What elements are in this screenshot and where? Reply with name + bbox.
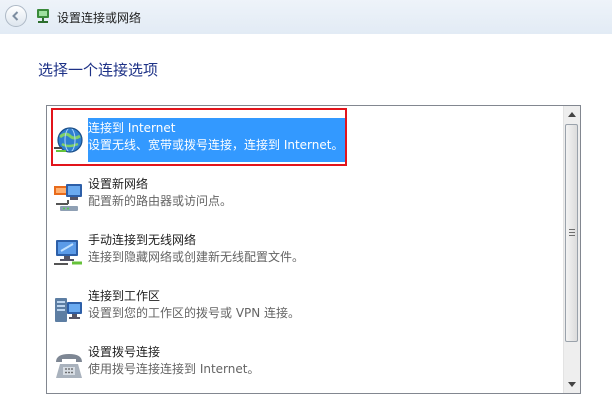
arrow-down-icon [568,382,576,387]
arrow-up-icon [568,112,576,117]
option-text: 设置新网络 配置新的路由器或访问点。 [88,174,236,218]
telephone-icon [56,354,82,378]
option-title: 设置新网络 [88,177,149,191]
option-title: 手动连接到无线网络 [88,233,197,247]
option-title: 连接到 Internet [88,121,176,135]
option-description: 使用拨号连接连接到 Internet。 [88,362,260,376]
scrollbar-thumb[interactable] [565,124,578,342]
option-title: 连接到工作区 [88,289,161,303]
option-manual-wireless[interactable]: 手动连接到无线网络 连接到隐藏网络或创建新无线配置文件。 [49,230,563,282]
window-title: 设置连接或网络 [57,11,142,25]
connection-options-list[interactable]: 连接到 Internet 设置无线、宽带或拨号连接，连接到 Internet。 … [46,105,581,394]
option-text: 连接到 Internet 设置无线、宽带或拨号连接，连接到 Internet。 [88,118,348,162]
option-description: 连接到隐藏网络或创建新无线配置文件。 [88,250,305,264]
scroll-up-button[interactable] [564,106,580,123]
page-heading: 选择一个连接选项 [38,61,159,79]
grip-icon [569,229,575,238]
option-title: 设置拨号连接 [88,345,161,359]
option-description: 设置无线、宽带或拨号连接，连接到 Internet。 [88,138,344,152]
option-description: 配置新的路由器或访问点。 [88,194,233,208]
option-description: 设置到您的工作区的拨号或 VPN 连接。 [88,306,301,320]
globe-network-icon [54,127,83,153]
network-setup-icon [37,9,49,23]
workplace-server-icon [55,298,82,322]
wireless-monitor-icon [54,240,82,265]
option-new-network[interactable]: 设置新网络 配置新的路由器或访问点。 [49,174,563,226]
option-connect-workplace[interactable]: 连接到工作区 设置到您的工作区的拨号或 VPN 连接。 [49,286,563,338]
router-network-icon [54,184,82,211]
option-text: 设置拨号连接 使用拨号连接连接到 Internet。 [88,342,263,386]
vertical-scrollbar[interactable] [563,106,580,393]
option-text: 手动连接到无线网络 连接到隐藏网络或创建新无线配置文件。 [88,230,308,274]
scroll-down-button[interactable] [564,376,580,393]
option-connect-internet[interactable]: 连接到 Internet 设置无线、宽带或拨号连接，连接到 Internet。 [49,118,563,170]
option-dialup[interactable]: 设置拨号连接 使用拨号连接连接到 Internet。 [49,342,563,394]
back-button[interactable] [5,5,27,27]
title-bar: 设置连接或网络 [0,0,612,34]
back-arrow-icon [12,11,19,21]
option-text: 连接到工作区 设置到您的工作区的拨号或 VPN 连接。 [88,286,304,330]
